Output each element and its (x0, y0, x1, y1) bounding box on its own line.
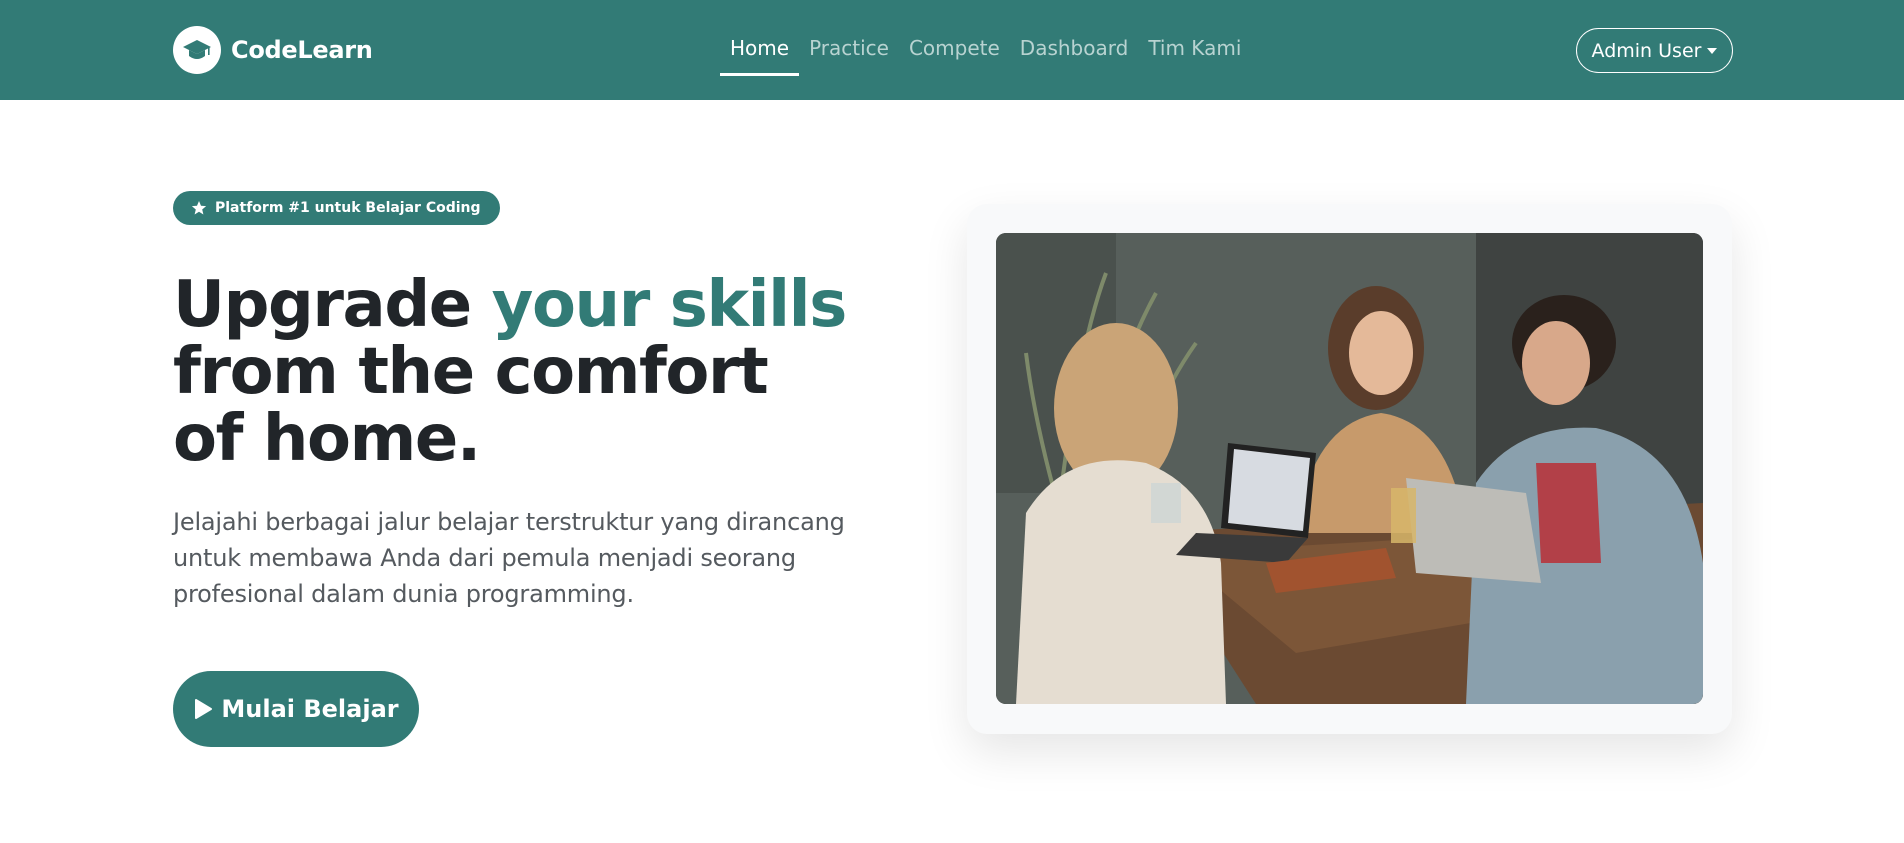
hero-headline: Upgrade your skills from the comfort of … (173, 272, 893, 473)
nav-compete[interactable]: Compete (899, 30, 1010, 76)
hero-subtext: Jelajahi berbagai jalur belajar terstruk… (173, 508, 845, 608)
nav-home[interactable]: Home (720, 30, 800, 76)
play-icon (193, 698, 213, 720)
nav-tim-kami[interactable]: Tim Kami (1138, 30, 1251, 76)
nav-practice[interactable]: Practice (799, 30, 899, 76)
headline-line3: of home. (173, 402, 481, 476)
hero-image-card (967, 204, 1732, 734)
badge-text: Platform #1 untuk Belajar Coding (215, 200, 481, 216)
user-menu-label: Admin User (1591, 39, 1702, 62)
caret-down-icon (1707, 47, 1718, 54)
user-menu-button[interactable]: Admin User (1576, 28, 1733, 73)
start-learning-button[interactable]: Mulai Belajar (173, 671, 419, 747)
main-nav: Home Practice Compete Dashboard Tim Kami (720, 30, 1251, 76)
brand-link[interactable]: CodeLearn (173, 26, 373, 74)
graduation-cap-icon (173, 26, 221, 74)
hero-photo (996, 233, 1703, 704)
headline-part1: Upgrade (173, 268, 492, 342)
platform-badge: Platform #1 untuk Belajar Coding (173, 191, 500, 225)
cta-label: Mulai Belajar (221, 695, 399, 723)
nav-dashboard[interactable]: Dashboard (1010, 30, 1139, 76)
headline-line2: from the comfort (173, 335, 769, 409)
navbar: CodeLearn Home Practice Compete Dashboar… (0, 0, 1904, 100)
brand-name: CodeLearn (231, 36, 373, 64)
star-icon (191, 200, 207, 216)
headline-accent: your skills (491, 268, 848, 342)
